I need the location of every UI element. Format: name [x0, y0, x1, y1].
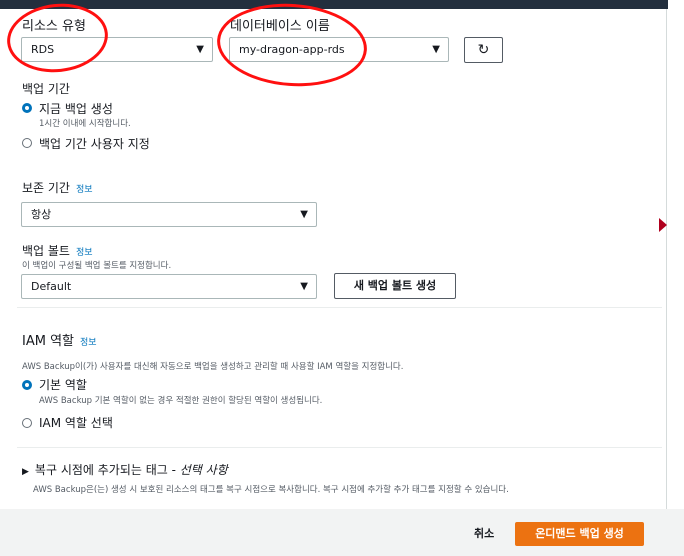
refresh-icon: ↻: [477, 42, 490, 58]
caret-down-icon: ▼: [432, 44, 440, 55]
default-role-radio[interactable]: [22, 380, 32, 390]
custom-window-label: 백업 기간 사용자 지정: [39, 137, 150, 151]
custom-window-radio[interactable]: [22, 138, 32, 148]
choose-iam-role-label: IAM 역할 선택: [39, 416, 113, 430]
caret-down-icon: ▼: [300, 281, 308, 292]
retention-select[interactable]: 항상 ▼: [21, 202, 317, 227]
section-divider: [17, 307, 662, 308]
vault-info-link[interactable]: 정보: [76, 248, 93, 258]
backup-now-radio[interactable]: [22, 103, 32, 113]
backup-window-label: 백업 기간: [22, 82, 70, 96]
cancel-button[interactable]: 취소: [474, 525, 494, 541]
choose-iam-role-radio[interactable]: [22, 418, 32, 428]
default-role-hint: AWS Backup 기본 역할이 없는 경우 적절한 권한이 할당된 역할이 …: [39, 396, 323, 406]
iam-role-label: IAM 역할 정보: [22, 330, 97, 349]
vault-select[interactable]: Default ▼: [21, 274, 317, 299]
vault-label: 백업 볼트 정보: [22, 242, 93, 259]
create-vault-button[interactable]: 새 백업 볼트 생성: [334, 273, 456, 299]
caret-down-icon: ▼: [300, 209, 308, 220]
retention-info-link[interactable]: 정보: [76, 185, 93, 195]
backup-now-hint: 1시간 이내에 시작합니다.: [39, 119, 131, 129]
top-navigation-bar: [0, 0, 668, 9]
backup-now-label: 지금 백업 생성: [39, 102, 113, 116]
backup-form-panel: 리소스 유형 RDS ▼ 데이터베이스 이름 my-dragon-app-rds…: [7, 9, 667, 509]
vault-hint: 이 백업이 구성될 백업 볼트를 지정합니다.: [22, 261, 172, 271]
create-on-demand-backup-button[interactable]: 온디맨드 백업 생성: [515, 522, 644, 546]
tags-label: 복구 시점에 추가되는 태그 -: [34, 463, 180, 477]
retention-value: 항상: [31, 208, 52, 221]
iam-role-label-text: IAM 역할: [22, 334, 74, 349]
tags-hint: AWS Backup은(는) 생성 시 보호된 리소스의 태그를 복구 시점으로…: [33, 485, 509, 495]
retention-label: 보존 기간 정보: [22, 179, 93, 196]
retention-label-text: 보존 기간: [22, 181, 70, 195]
tags-expander[interactable]: ▶ 복구 시점에 추가되는 태그 - 선택 사항: [22, 461, 228, 478]
iam-info-link[interactable]: 정보: [80, 338, 97, 348]
refresh-button[interactable]: ↻: [464, 37, 503, 63]
iam-role-hint: AWS Backup이(가) 사용자를 대신해 자동으로 백업을 생성하고 관리…: [22, 362, 404, 372]
caret-down-icon: ▼: [196, 44, 204, 55]
scroll-caret-icon: [659, 218, 667, 232]
tags-optional: 선택 사항: [179, 463, 228, 477]
vault-label-text: 백업 볼트: [22, 244, 70, 258]
vault-value: Default: [31, 280, 72, 293]
default-role-label: 기본 역할: [39, 378, 87, 392]
caret-right-icon: ▶: [22, 467, 29, 477]
section-divider: [17, 447, 662, 448]
